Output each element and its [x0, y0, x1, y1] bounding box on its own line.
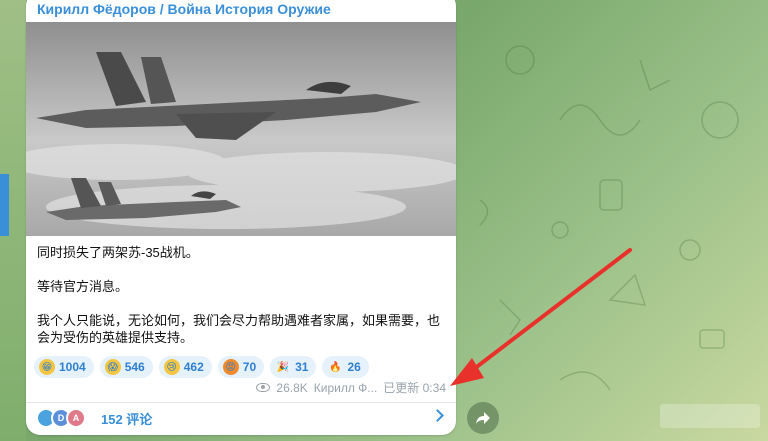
reaction-count: 26	[347, 360, 361, 374]
post-line-2: 等待官方消息。	[37, 279, 129, 294]
party-popper-icon: 🎉	[276, 361, 290, 373]
grinning-face-icon: 😁	[39, 359, 55, 375]
reaction-count: 31	[295, 360, 309, 374]
reaction-screaming[interactable]: 😱 546	[99, 356, 153, 378]
comments-row[interactable]: D A 152 评论	[26, 403, 456, 433]
reaction-count: 70	[242, 360, 257, 374]
chevron-right-icon	[431, 409, 444, 422]
reaction-count: 546	[124, 360, 145, 374]
post-line-1: 同时损失了两架苏-35战机。	[37, 245, 199, 260]
commenter-avatars: D A	[36, 408, 86, 428]
share-button[interactable]	[467, 402, 499, 434]
avatar: A	[66, 408, 86, 428]
reaction-grinning[interactable]: 😁 1004	[34, 356, 94, 378]
active-chat-indicator	[0, 174, 9, 236]
share-arrow-icon	[476, 412, 490, 424]
edited-time: 已更新 0:34	[383, 381, 446, 395]
watermark	[660, 404, 760, 428]
channel-name[interactable]: Кирилл Фёдоров / Война История Оружие	[37, 1, 331, 17]
view-count: 26.8K	[276, 380, 308, 395]
reaction-count: 1004	[59, 360, 86, 374]
reaction-party[interactable]: 🎉 31	[270, 356, 317, 378]
reaction-fire[interactable]: 🔥 26	[322, 356, 369, 378]
crying-face-icon: 😢	[163, 359, 180, 375]
reaction-count: 462	[183, 360, 204, 374]
post-text: 同时损失了两架苏-35战机。 等待官方消息。 我个人只能说，无论如何，我们会尽力…	[37, 244, 447, 346]
reaction-angry[interactable]: 😡 70	[217, 356, 265, 378]
fire-icon: 🔥	[329, 361, 342, 373]
post-meta: 26.8K Кирилл Ф... 已更新 0:34	[256, 379, 446, 396]
angry-face-icon: 😡	[222, 359, 239, 375]
reaction-crying[interactable]: 😢 462	[158, 356, 212, 378]
post-author: Кирилл Ф...	[313, 380, 378, 395]
post-line-3: 我个人只能说，无论如何，我们会尽力帮助遇难者家属，如果需要，也会为受伤的英雄提供…	[37, 313, 441, 345]
screaming-face-icon: 😱	[104, 359, 121, 375]
reactions-bar: 😁 1004 😱 546 😢 462 😡 70 🎉 31 🔥 26	[34, 356, 369, 378]
post-photo[interactable]	[26, 22, 456, 236]
eye-icon	[256, 383, 271, 392]
comments-count: 152 评论	[101, 411, 153, 427]
